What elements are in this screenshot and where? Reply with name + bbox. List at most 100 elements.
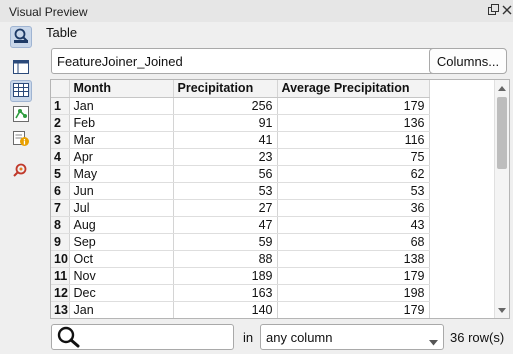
- column-header-average-precipitation[interactable]: Average Precipitation: [277, 80, 430, 98]
- cell-precipitation[interactable]: 163: [173, 284, 278, 302]
- feature-info-button[interactable]: i: [10, 128, 32, 150]
- cell-month[interactable]: Jan: [69, 97, 174, 115]
- table-row[interactable]: 6 Jun 53 53: [51, 182, 430, 200]
- cell-month[interactable]: Jun: [69, 182, 174, 200]
- table-row[interactable]: 13 Jan 140 179: [51, 301, 430, 318]
- cell-precipitation[interactable]: 88: [173, 250, 278, 268]
- in-label: in: [243, 330, 254, 345]
- column-filter-select[interactable]: any column: [260, 324, 444, 350]
- graphics-view-button[interactable]: [10, 104, 32, 126]
- row-number[interactable]: 9: [51, 233, 70, 251]
- row-number[interactable]: 12: [51, 284, 70, 302]
- cell-month[interactable]: Sep: [69, 233, 174, 251]
- cell-average-precipitation[interactable]: 36: [277, 199, 430, 217]
- svg-text:i: i: [23, 138, 25, 146]
- table-row[interactable]: 2 Feb 91 136: [51, 114, 430, 132]
- cell-month[interactable]: Jan: [69, 301, 174, 318]
- cell-precipitation[interactable]: 256: [173, 97, 278, 115]
- table-filter-bar: in any column 36 row(s): [46, 321, 513, 351]
- vertical-scrollbar[interactable]: [494, 80, 509, 318]
- inspect-icon: [12, 27, 30, 48]
- cell-precipitation[interactable]: 140: [173, 301, 278, 318]
- scroll-down-icon[interactable]: [495, 303, 509, 317]
- cell-month[interactable]: Jul: [69, 199, 174, 217]
- cell-average-precipitation[interactable]: 136: [277, 114, 430, 132]
- columns-button[interactable]: Columns...: [429, 48, 507, 74]
- table-row[interactable]: 12 Dec 163 198: [51, 284, 430, 302]
- table-row[interactable]: 10 Oct 88 138: [51, 250, 430, 268]
- table-row[interactable]: 11 Nov 189 179: [51, 267, 430, 285]
- cell-average-precipitation[interactable]: 116: [277, 131, 430, 149]
- cell-month[interactable]: Nov: [69, 267, 174, 285]
- cell-precipitation[interactable]: 56: [173, 165, 278, 183]
- row-number[interactable]: 7: [51, 199, 70, 217]
- cell-month[interactable]: Feb: [69, 114, 174, 132]
- cell-precipitation[interactable]: 27: [173, 199, 278, 217]
- row-number[interactable]: 8: [51, 216, 70, 234]
- scrollbar-thumb[interactable]: [497, 97, 507, 169]
- table-row[interactable]: 1 Jan 256 179: [51, 97, 430, 115]
- cell-average-precipitation[interactable]: 198: [277, 284, 430, 302]
- cell-month[interactable]: Mar: [69, 131, 174, 149]
- cell-precipitation[interactable]: 91: [173, 114, 278, 132]
- row-number[interactable]: 13: [51, 301, 70, 318]
- scroll-up-icon[interactable]: [495, 81, 509, 95]
- row-number[interactable]: 11: [51, 267, 70, 285]
- cell-month[interactable]: Dec: [69, 284, 174, 302]
- panel-view-button[interactable]: [10, 57, 32, 79]
- feature-info-icon: i: [12, 129, 30, 150]
- column-header-precipitation[interactable]: Precipitation: [173, 80, 278, 98]
- section-title: Table: [46, 25, 78, 40]
- float-window-icon[interactable]: [488, 4, 499, 18]
- cell-precipitation[interactable]: 41: [173, 131, 278, 149]
- cell-average-precipitation[interactable]: 43: [277, 216, 430, 234]
- table-view-icon: [12, 81, 30, 102]
- cell-average-precipitation[interactable]: 68: [277, 233, 430, 251]
- cell-precipitation[interactable]: 47: [173, 216, 278, 234]
- table-row[interactable]: 7 Jul 27 36: [51, 199, 430, 217]
- row-number[interactable]: 6: [51, 182, 70, 200]
- row-number[interactable]: 2: [51, 114, 70, 132]
- table-row[interactable]: 3 Mar 41 116: [51, 131, 430, 149]
- search-input[interactable]: [84, 328, 230, 346]
- table-row[interactable]: 5 May 56 62: [51, 165, 430, 183]
- close-icon[interactable]: [502, 4, 512, 18]
- cell-precipitation[interactable]: 189: [173, 267, 278, 285]
- cell-month[interactable]: Oct: [69, 250, 174, 268]
- row-number-header: [51, 80, 70, 98]
- row-number[interactable]: 3: [51, 131, 70, 149]
- search-zoom-button[interactable]: [10, 160, 32, 182]
- column-header-month[interactable]: Month: [69, 80, 174, 98]
- cell-month[interactable]: Apr: [69, 148, 174, 166]
- data-table[interactable]: Month Precipitation Average Precipitatio…: [50, 79, 510, 319]
- inspect-tool-button[interactable]: [10, 26, 32, 48]
- view-toolbar: i: [0, 22, 46, 354]
- table-view-button[interactable]: [10, 80, 32, 102]
- cell-average-precipitation[interactable]: 179: [277, 97, 430, 115]
- table-panel: Table FeatureJoiner_Joined Columns... Mo…: [46, 22, 513, 354]
- cell-average-precipitation[interactable]: 179: [277, 267, 430, 285]
- cell-precipitation[interactable]: 53: [173, 182, 278, 200]
- cell-average-precipitation[interactable]: 62: [277, 165, 430, 183]
- cell-month[interactable]: Aug: [69, 216, 174, 234]
- search-box[interactable]: [51, 324, 234, 350]
- table-row[interactable]: 4 Apr 23 75: [51, 148, 430, 166]
- table-row[interactable]: 9 Sep 59 68: [51, 233, 430, 251]
- cell-average-precipitation[interactable]: 179: [277, 301, 430, 318]
- search-zoom-icon: [12, 161, 30, 182]
- row-count: 36 row(s): [450, 330, 505, 345]
- row-number[interactable]: 4: [51, 148, 70, 166]
- cell-month[interactable]: May: [69, 165, 174, 183]
- dataset-select[interactable]: FeatureJoiner_Joined: [51, 48, 469, 74]
- cell-precipitation[interactable]: 23: [173, 148, 278, 166]
- cell-average-precipitation[interactable]: 53: [277, 182, 430, 200]
- table-row[interactable]: 8 Aug 47 43: [51, 216, 430, 234]
- row-number[interactable]: 5: [51, 165, 70, 183]
- cell-average-precipitation[interactable]: 75: [277, 148, 430, 166]
- panel-view-icon: [12, 58, 30, 79]
- row-number[interactable]: 1: [51, 97, 70, 115]
- chevron-down-icon[interactable]: [429, 334, 438, 349]
- cell-average-precipitation[interactable]: 138: [277, 250, 430, 268]
- cell-precipitation[interactable]: 59: [173, 233, 278, 251]
- row-number[interactable]: 10: [51, 250, 70, 268]
